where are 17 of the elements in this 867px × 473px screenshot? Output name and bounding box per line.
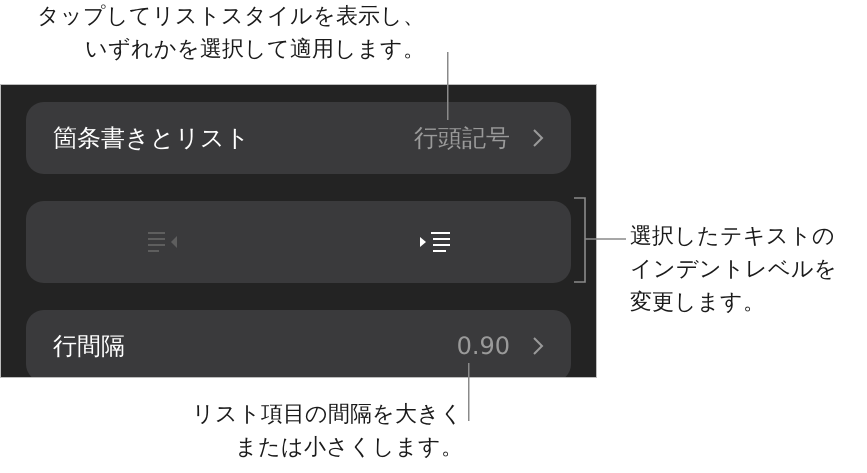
chevron-icon	[532, 128, 544, 148]
chevron-icon	[532, 336, 544, 356]
settings-row[interactable]: 行間隔 0.90	[26, 310, 571, 377]
callout-line: タップしてリストスタイルを表示し、	[37, 3, 425, 31]
callout-line: 選択したテキストの	[630, 223, 835, 251]
leader-line	[447, 52, 449, 120]
callout-line: 変更します。	[630, 289, 765, 317]
callout-line: インデントレベルを	[630, 256, 837, 284]
callout-line: リスト項目の間隔を大きく	[192, 401, 463, 429]
row-label: 箇条書きとリスト	[53, 123, 250, 154]
settings-row[interactable]: 箇条書きとリスト 行頭記号	[26, 102, 571, 174]
leader-line	[468, 363, 470, 421]
row-label: 行間隔	[53, 331, 125, 362]
row-value: 行頭記号	[414, 123, 510, 154]
callout-line: いずれかを選択して適用します。	[85, 36, 425, 64]
callout-line: または小さくします。	[235, 434, 463, 462]
row-value: 0.90	[456, 331, 510, 362]
